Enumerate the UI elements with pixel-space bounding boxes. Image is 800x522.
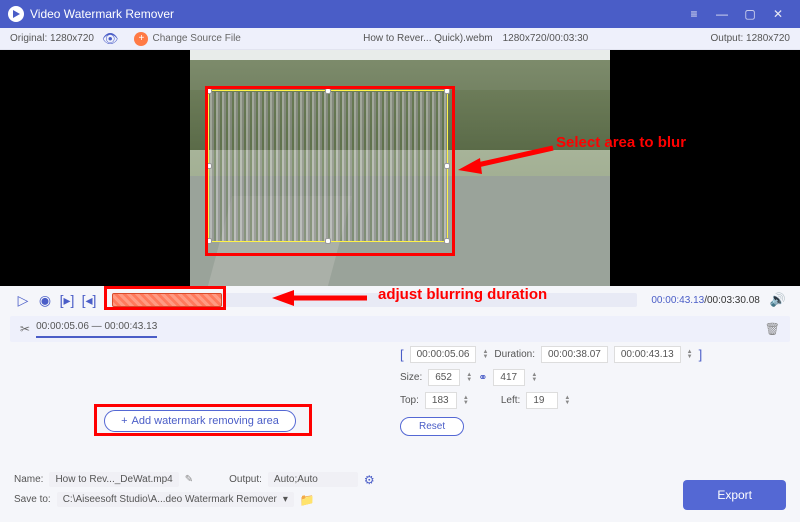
save-path-dropdown[interactable]: C:\Aiseesoft Studio\A...deo Watermark Re… — [57, 492, 294, 507]
change-source-label: Change Source File — [152, 33, 240, 44]
end-time-input[interactable]: 00:00:43.13 — [614, 346, 681, 363]
output-settings-icon[interactable]: ⚙ — [364, 473, 375, 487]
volume-icon[interactable]: 🔊 — [770, 292, 786, 308]
save-to-label: Save to: — [14, 494, 51, 505]
duration-label: Duration: — [494, 349, 535, 360]
left-label: Left: — [501, 395, 520, 406]
handle-s[interactable] — [325, 238, 331, 244]
top-spinner[interactable]: ▲▼ — [463, 396, 469, 406]
titlebar: Video Watermark Remover ≡ — ▢ ✕ — [0, 0, 800, 28]
handle-e[interactable] — [444, 163, 450, 169]
segment-row[interactable]: ✂ 00:00:05.06 — 00:00:43.13 🗑 — [10, 316, 790, 342]
source-filename: How to Rever... Quick).webm — [363, 33, 492, 44]
chevron-down-icon: ▾ — [283, 494, 288, 505]
plus-icon: + — [121, 415, 127, 427]
handle-sw[interactable] — [206, 238, 212, 244]
name-label: Name: — [14, 474, 43, 485]
width-spinner[interactable]: ▲▼ — [466, 373, 472, 383]
size-height-input[interactable]: 417 — [493, 369, 525, 386]
time-display: 00:00:43.13/00:03:30.08 — [651, 295, 759, 306]
segment-range: 00:00:05.06 — 00:00:43.13 — [36, 321, 157, 338]
start-spinner[interactable]: ▲▼ — [482, 350, 488, 360]
original-dims: Original: 1280x720 — [10, 33, 94, 44]
maximize-button[interactable]: ▢ — [736, 7, 764, 21]
open-folder-icon[interactable]: 📁 — [300, 493, 315, 507]
start-time-input[interactable]: 00:00:05.06 — [410, 346, 477, 363]
height-spinner[interactable]: ▲▼ — [531, 373, 537, 383]
output-name-field[interactable]: How to Rev..._DeWat.mp4 — [49, 472, 178, 487]
mark-out-button[interactable]: [◂] — [80, 292, 98, 309]
add-button-label: Add watermark removing area — [132, 415, 279, 427]
edit-name-icon[interactable]: ✎ — [185, 474, 193, 485]
scissors-icon[interactable]: ✂ — [20, 322, 30, 336]
bracket-in-icon[interactable]: [ — [400, 347, 404, 362]
output-dims: Output: 1280x720 — [710, 33, 790, 44]
left-input[interactable]: 19 — [526, 392, 558, 409]
timeline[interactable] — [112, 293, 637, 307]
handle-ne[interactable] — [444, 88, 450, 94]
end-spinner[interactable]: ▲▼ — [687, 350, 693, 360]
handle-nw[interactable] — [206, 88, 212, 94]
preview-toggle-icon[interactable]: 👁 — [102, 31, 119, 47]
timeline-segment[interactable] — [112, 293, 222, 307]
play-button[interactable]: ▷ — [14, 292, 32, 309]
export-button[interactable]: Export — [683, 480, 786, 510]
top-input[interactable]: 183 — [425, 392, 457, 409]
close-button[interactable]: ✕ — [764, 7, 792, 21]
parameters-panel: [ 00:00:05.06 ▲▼ Duration: 00:00:38.07 00… — [400, 346, 790, 442]
top-label: Top: — [400, 395, 419, 406]
menu-icon[interactable]: ≡ — [680, 7, 708, 21]
handle-w[interactable] — [206, 163, 212, 169]
size-label: Size: — [400, 372, 422, 383]
handle-n[interactable] — [325, 88, 331, 94]
size-width-input[interactable]: 652 — [428, 369, 460, 386]
stop-button[interactable]: ◉ — [36, 292, 54, 309]
source-dims-time: 1280x720/00:03:30 — [503, 33, 589, 44]
output-label: Output: — [229, 474, 262, 485]
add-watermark-area-button[interactable]: + Add watermark removing area — [104, 410, 296, 432]
info-bar: Original: 1280x720 👁 + Change Source Fil… — [0, 28, 800, 50]
duration-input[interactable]: 00:00:38.07 — [541, 346, 608, 363]
mark-in-button[interactable]: [▸] — [58, 292, 76, 309]
app-title: Video Watermark Remover — [30, 7, 174, 21]
change-source-button[interactable]: + Change Source File — [134, 32, 240, 46]
link-aspect-icon[interactable]: ⚭ — [478, 371, 487, 384]
bottom-bar: Name: How to Rev..._DeWat.mp4 ✎ Output: … — [0, 466, 800, 522]
output-format-field[interactable]: Auto;Auto — [268, 472, 358, 487]
bracket-out-icon[interactable]: ] — [699, 347, 703, 362]
video-preview: Select area to blur — [0, 50, 800, 286]
playback-controls: ▷ ◉ [▸] [◂] 00:00:43.13/00:03:30.08 🔊 — [0, 286, 800, 314]
handle-se[interactable] — [444, 238, 450, 244]
app-logo — [8, 6, 24, 22]
selection-box[interactable] — [208, 90, 448, 242]
plus-icon: + — [134, 32, 148, 46]
video-frame[interactable] — [190, 50, 610, 286]
minimize-button[interactable]: — — [708, 7, 736, 21]
delete-segment-icon[interactable]: 🗑 — [765, 322, 780, 336]
reset-button[interactable]: Reset — [400, 417, 464, 436]
left-spinner[interactable]: ▲▼ — [564, 396, 570, 406]
save-path-value: C:\Aiseesoft Studio\A...deo Watermark Re… — [63, 494, 277, 505]
